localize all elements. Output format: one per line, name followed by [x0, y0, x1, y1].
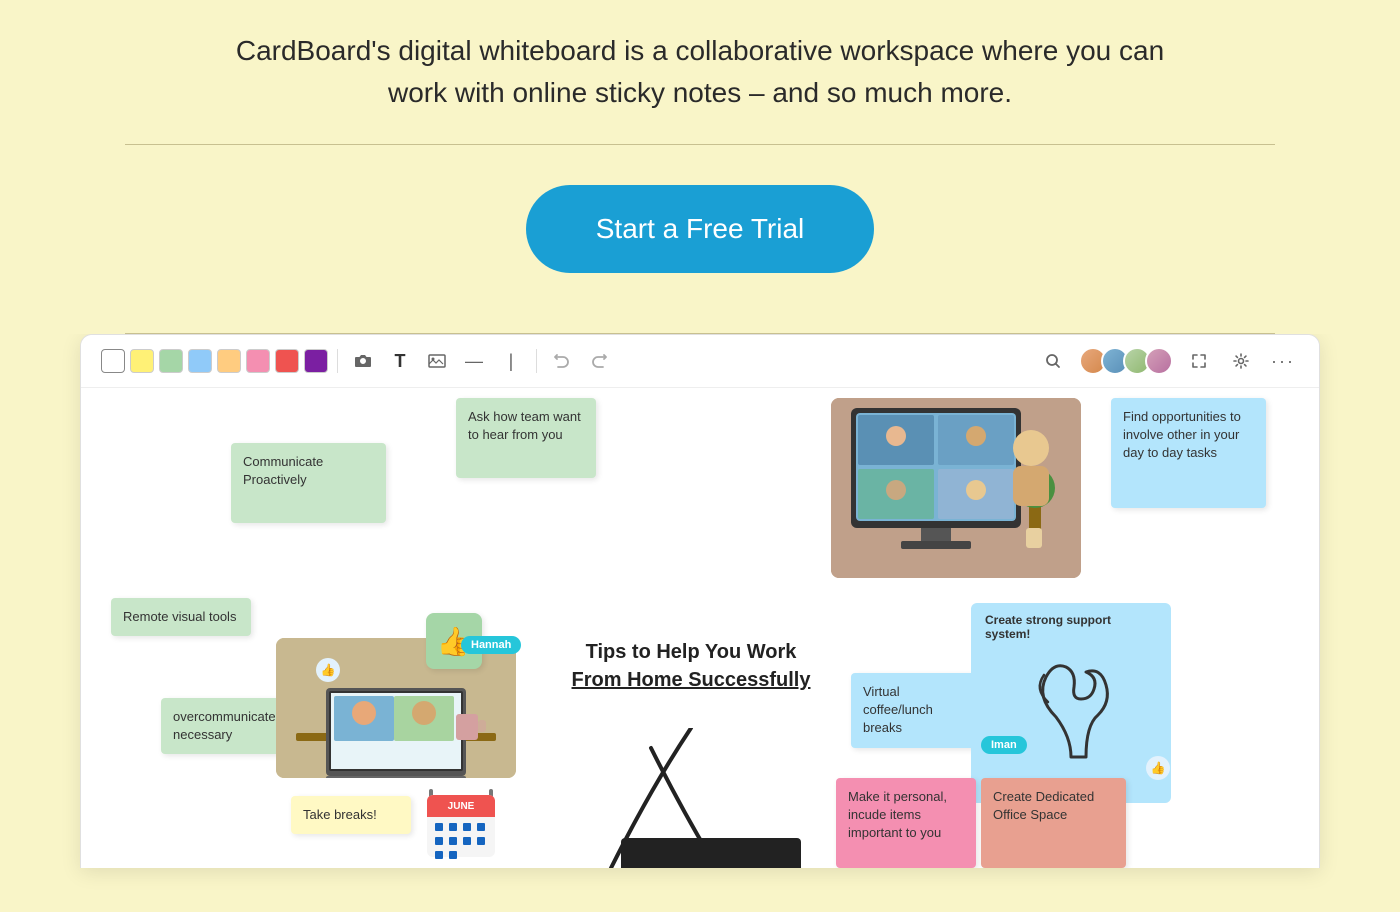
like-icon-support[interactable]: 👍: [1146, 756, 1170, 780]
divider-1: [337, 349, 338, 373]
calendar-card: JUNE: [421, 783, 501, 863]
sticky-communicate[interactable]: Communicate Proactively: [231, 443, 386, 523]
color-blue[interactable]: [188, 349, 212, 373]
sticky-dedicated-office[interactable]: Create Dedicated Office Space: [981, 778, 1126, 868]
sticky-ask-how[interactable]: Ask how team want to hear from you: [456, 398, 596, 478]
color-red[interactable]: [275, 349, 299, 373]
monitor-photo: [831, 398, 1081, 578]
hero-description: CardBoard's digital whiteboard is a coll…: [225, 30, 1175, 114]
user-badge-hannah: Hannah: [461, 636, 521, 654]
user-badge-iman: Iman: [981, 736, 1027, 754]
avatar-group: [1079, 347, 1173, 375]
undo-icon[interactable]: [546, 345, 578, 377]
main-title: Tips to Help You Work From Home Successf…: [536, 638, 846, 694]
text-icon[interactable]: T: [384, 345, 416, 377]
sticky-make-personal[interactable]: Make it personal, incude items important…: [836, 778, 976, 868]
black-bar: [621, 838, 801, 868]
toolbar: T — |: [81, 335, 1319, 388]
hero-section: CardBoard's digital whiteboard is a coll…: [0, 0, 1400, 334]
avatar-4: [1145, 347, 1173, 375]
more-icon[interactable]: ···: [1267, 345, 1299, 377]
muscle-drawing: [1006, 647, 1136, 777]
expand-icon[interactable]: [1183, 345, 1215, 377]
support-card[interactable]: Create strong support system!: [971, 603, 1171, 803]
sticky-remote[interactable]: Remote visual tools: [111, 598, 251, 636]
settings-icon[interactable]: [1225, 345, 1257, 377]
pipe-icon[interactable]: |: [495, 345, 527, 377]
whiteboard-container: T — |: [80, 334, 1320, 868]
color-purple[interactable]: [304, 349, 328, 373]
cta-area: Start a Free Trial: [100, 145, 1300, 333]
toolbar-right: ···: [1037, 345, 1299, 377]
toolbar-left: T — |: [101, 345, 615, 377]
like-icon-laptop[interactable]: 👍: [316, 658, 340, 682]
color-pink[interactable]: [246, 349, 270, 373]
line-icon[interactable]: —: [458, 345, 490, 377]
color-white[interactable]: [101, 349, 125, 373]
svg-text:JUNE: JUNE: [448, 801, 475, 812]
camera-icon[interactable]: [347, 345, 379, 377]
sticky-virtual-coffee[interactable]: Virtual coffee/lunch breaks: [851, 673, 981, 748]
whiteboard-canvas[interactable]: Remote visual tools Communicate Proactiv…: [81, 388, 1319, 868]
sticky-find-opportunities[interactable]: Find opportunities to involve other in y…: [1111, 398, 1266, 508]
color-peach[interactable]: [217, 349, 241, 373]
sticky-take-breaks[interactable]: Take breaks!: [291, 796, 411, 834]
calendar-icon: JUNE: [421, 783, 501, 863]
image-icon[interactable]: [421, 345, 453, 377]
start-trial-button[interactable]: Start a Free Trial: [526, 185, 875, 273]
redo-icon[interactable]: [583, 345, 615, 377]
divider-bottom: [125, 333, 1275, 334]
color-green[interactable]: [159, 349, 183, 373]
color-yellow[interactable]: [130, 349, 154, 373]
search-icon[interactable]: [1037, 345, 1069, 377]
divider-2: [536, 349, 537, 373]
